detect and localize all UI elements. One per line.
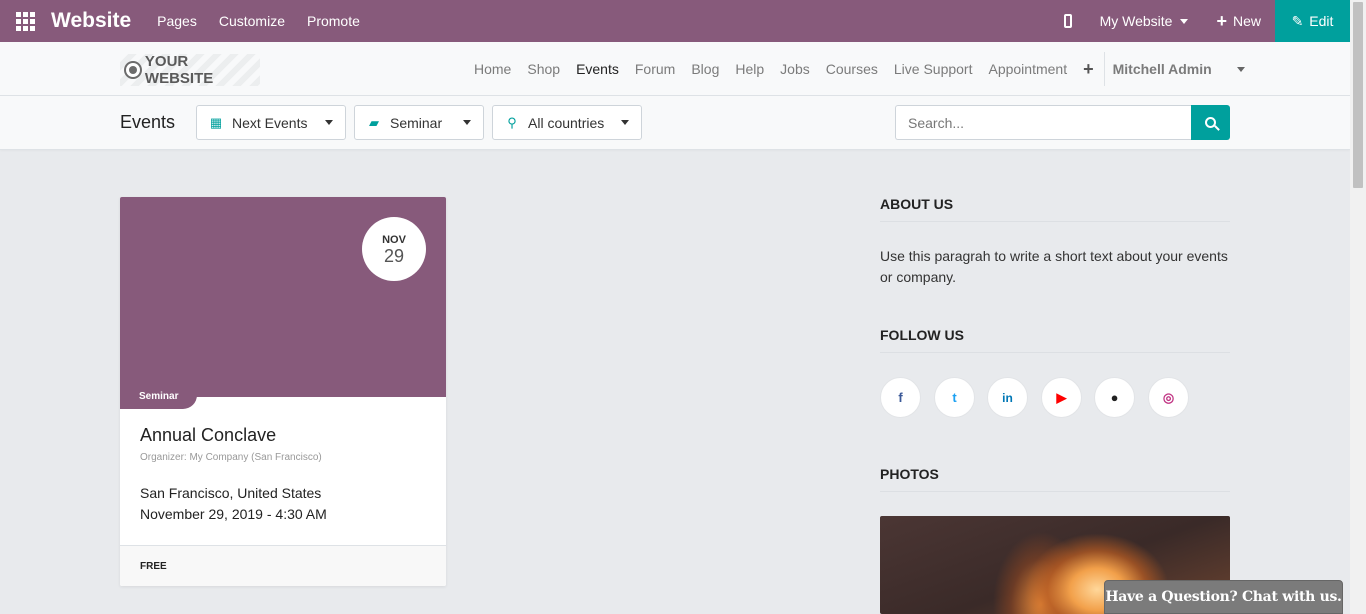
apps-menu-button[interactable] [0,0,50,42]
country-filter-dropdown[interactable]: ⚲ All countries [492,105,642,140]
search-icon [1205,117,1216,128]
page-scrollbar[interactable] [1350,0,1366,614]
globe-icon [124,61,142,79]
nav-jobs[interactable]: Jobs [780,61,810,77]
page-title: Events [120,112,176,132]
pencil-icon: ✎ [1291,12,1304,29]
divider [880,491,1230,492]
event-tag: Seminar [120,384,198,409]
website-switcher-label: My Website [1099,13,1173,29]
site-logo[interactable]: YOUR WEBSITE [120,53,260,87]
nav-appointment[interactable]: Appointment [988,61,1067,77]
facebook-icon: f [898,390,903,405]
chevron-down-icon [463,120,471,125]
nav-divider [1103,52,1105,86]
user-name: Mitchell Admin [1112,61,1212,77]
nav-live-support[interactable]: Live Support [894,61,973,77]
linkedin-icon: in [1002,390,1013,405]
chevron-down-icon [621,120,629,125]
chevron-down-icon [325,120,333,125]
website-navbar: YOUR WEBSITE Home Shop Events Forum Blog… [0,42,1350,96]
date-filter-dropdown[interactable]: ▦ Next Events [196,105,346,140]
add-menu-item-icon[interactable]: + [1083,59,1094,80]
search-form [895,105,1230,140]
event-title[interactable]: Annual Conclave [140,425,276,446]
app-title: Website [51,9,132,32]
photos-heading: PHOTOS [880,466,939,482]
edit-button-label: Edit [1309,13,1334,29]
nav-forum[interactable]: Forum [635,61,675,77]
plus-icon: + [1216,10,1227,31]
website-switcher[interactable]: My Website [1100,13,1189,29]
date-filter-label: Next Events [232,114,308,131]
nav-events[interactable]: Events [576,61,619,77]
logo-text: YOUR WEBSITE [144,53,214,87]
menu-pages[interactable]: Pages [157,13,197,29]
menu-customize[interactable]: Customize [219,13,285,29]
divider [880,221,1230,222]
facebook-link[interactable]: f [880,377,921,418]
type-filter-dropdown[interactable]: ▰ Seminar [354,105,484,140]
site-menu: Home Shop Events Forum Blog Help Jobs Co… [474,42,1261,96]
country-filter-label: All countries [528,114,605,131]
scrollbar-thumb[interactable] [1353,2,1363,188]
folder-icon: ▰ [369,114,379,130]
livechat-button[interactable]: Have a Question? Chat with us. [1104,580,1343,614]
event-datetime: November 29, 2019 - 4:30 AM [140,506,327,522]
apps-grid-icon [15,11,35,31]
edit-button[interactable]: ✎ Edit [1275,0,1350,42]
instagram-link[interactable]: ◎ [1148,377,1189,418]
nav-courses[interactable]: Courses [826,61,878,77]
new-button[interactable]: + New [1216,11,1261,32]
event-organizer: Organizer: My Company (San Francisco) [140,452,322,463]
github-link[interactable]: ● [1094,377,1135,418]
follow-us-heading: FOLLOW US [880,327,964,343]
top-menu: Pages Customize Promote [157,13,382,29]
divider [880,352,1230,353]
event-card-footer: FREE [120,545,446,586]
calendar-icon: ▦ [209,114,223,130]
chevron-down-icon [1236,66,1245,72]
search-input[interactable] [895,105,1191,140]
event-day: 29 [383,246,405,266]
nav-shop[interactable]: Shop [527,61,560,77]
instagram-icon: ◎ [1162,389,1175,405]
event-month: NOV [382,234,406,246]
search-button[interactable] [1191,105,1230,140]
nav-home[interactable]: Home [474,61,511,77]
type-filter-label: Seminar [390,114,443,131]
youtube-icon: ▶ [1056,389,1067,405]
youtube-link[interactable]: ▶ [1041,377,1082,418]
user-menu[interactable]: Mitchell Admin [1113,61,1261,77]
menu-promote[interactable]: Promote [307,13,360,29]
about-us-text: Use this paragrah to write a short text … [880,248,1228,285]
event-location: San Francisco, United States [140,485,322,501]
mobile-preview-icon[interactable] [1063,14,1072,28]
linkedin-link[interactable]: in [987,377,1028,418]
about-us-heading: ABOUT US [880,196,954,212]
admin-top-bar: Website Pages Customize Promote My Websi… [0,0,1350,42]
top-right-actions: My Website + New ✎ Edit [1063,0,1350,42]
nav-blog[interactable]: Blog [691,61,719,77]
twitter-link[interactable]: t [934,377,975,418]
nav-help[interactable]: Help [735,61,764,77]
event-date-badge: NOV 29 [362,217,426,281]
event-card[interactable]: NOV 29 Seminar Annual Conclave Organizer… [120,197,446,586]
new-button-label: New [1232,13,1261,29]
github-icon: ● [1110,390,1119,405]
chevron-down-icon [1180,18,1189,24]
twitter-icon: t [952,390,957,405]
map-marker-icon: ⚲ [507,114,517,130]
events-filter-bar: Events ▦ Next Events ▰ Seminar ⚲ All cou… [0,96,1350,150]
event-price: FREE [140,561,167,572]
